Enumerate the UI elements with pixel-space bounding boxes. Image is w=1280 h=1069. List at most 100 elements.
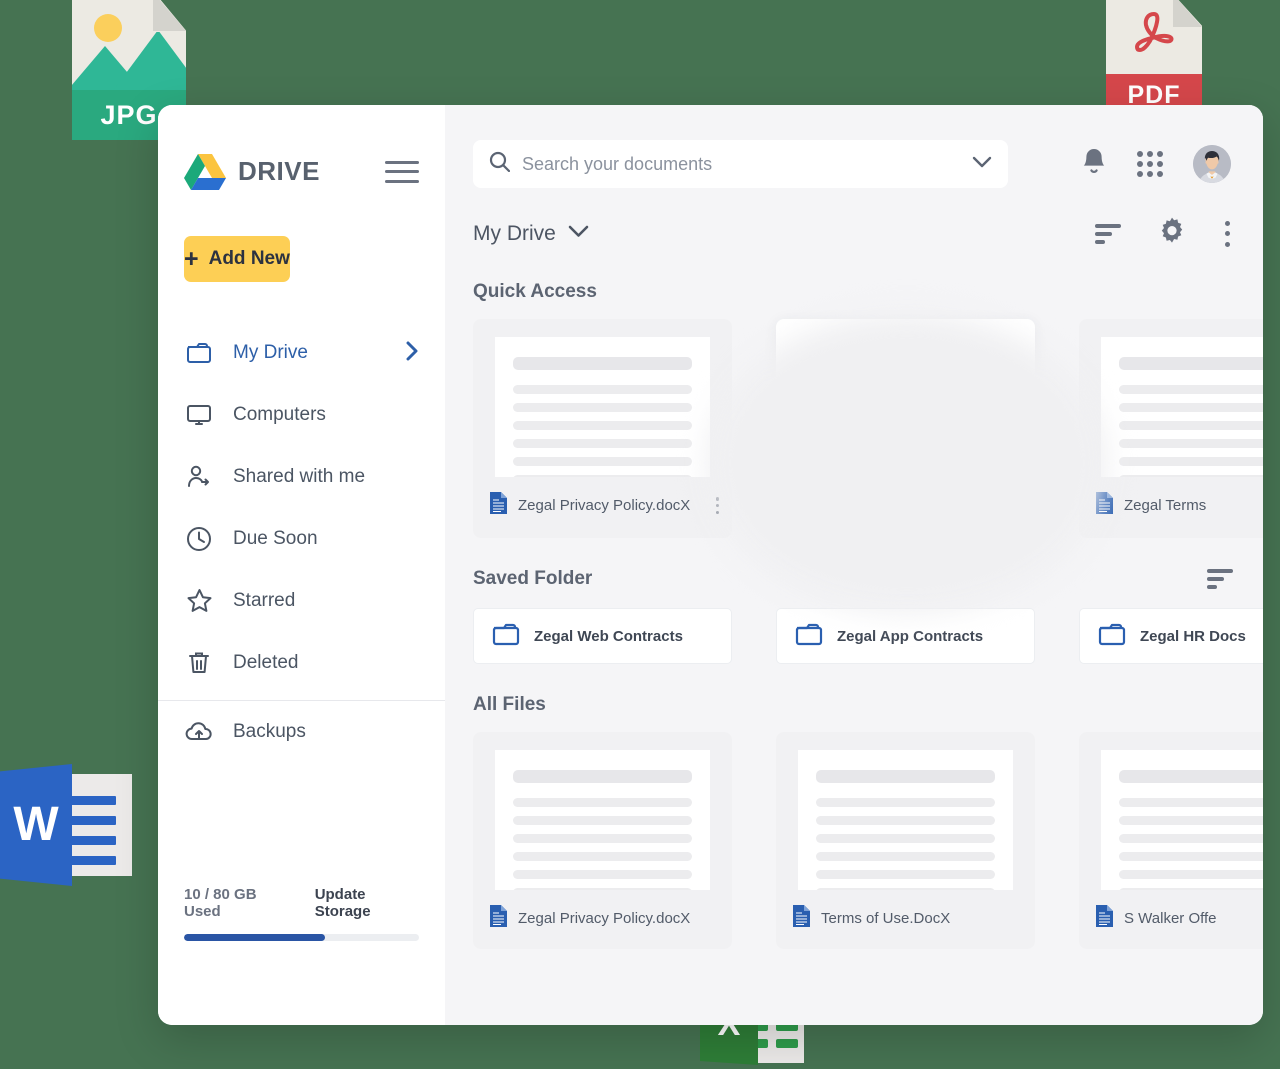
drive-header: My Drive bbox=[445, 188, 1263, 251]
doc-file-icon bbox=[792, 493, 811, 522]
file-name: Terms of Use.DocX bbox=[821, 910, 951, 927]
more-vertical-icon[interactable] bbox=[1018, 499, 1023, 516]
folder-card[interactable]: Zegal Web Contracts bbox=[473, 608, 732, 664]
folder-name: Zegal App Contracts bbox=[837, 627, 984, 645]
pdf-file-icon: PDF bbox=[1106, 0, 1202, 116]
file-name: Zegal Privacy Policy.docX bbox=[518, 910, 691, 927]
add-new-button[interactable]: + Add New bbox=[184, 236, 290, 282]
sidebar-item-starred[interactable]: Starred bbox=[158, 570, 445, 632]
file-name: S Walker Offe bbox=[1124, 910, 1217, 927]
doc-file-icon bbox=[489, 491, 508, 520]
apps-grid-icon[interactable] bbox=[1137, 151, 1163, 177]
drive-app-window: DRIVE + Add New My Drive Computers Share… bbox=[158, 105, 1263, 1025]
file-thumbnail bbox=[1101, 750, 1263, 890]
folder-icon bbox=[795, 621, 823, 652]
file-name: Sales Contract (Version1) bbox=[821, 499, 992, 516]
screenshot-canvas: JPG PDF W X bbox=[0, 0, 1280, 1069]
file-card[interactable]: Zegal Terms bbox=[1079, 319, 1263, 538]
file-thumbnail bbox=[798, 339, 1013, 479]
page-title: My Drive bbox=[473, 221, 556, 245]
gear-icon[interactable] bbox=[1157, 216, 1187, 251]
sidebar-item-deleted[interactable]: Deleted bbox=[158, 632, 445, 694]
update-storage-link[interactable]: Update Storage bbox=[315, 886, 419, 920]
all-files-header: All Files bbox=[445, 664, 1263, 716]
folder-icon bbox=[184, 338, 214, 368]
file-thumbnail bbox=[1101, 337, 1263, 477]
file-name: Zegal Privacy Policy.docX bbox=[518, 497, 691, 514]
search-bar[interactable] bbox=[473, 140, 1008, 188]
mountain-shape-icon bbox=[72, 32, 186, 92]
file-card[interactable]: Zegal Privacy Policy.docX bbox=[473, 732, 732, 949]
clock-icon bbox=[184, 524, 214, 554]
user-avatar[interactable] bbox=[1193, 145, 1231, 183]
section-title: Saved Folder bbox=[473, 568, 593, 589]
search-input[interactable] bbox=[522, 153, 960, 175]
file-card[interactable]: S Walker Offe bbox=[1079, 732, 1263, 949]
word-file-icon: W bbox=[0, 764, 132, 886]
file-thumbnail bbox=[798, 750, 1013, 890]
folder-card[interactable]: Zegal App Contracts bbox=[776, 608, 1035, 664]
sidebar-item-label: My Drive bbox=[233, 342, 308, 363]
hamburger-icon[interactable] bbox=[385, 160, 419, 183]
storage-progress-bar bbox=[184, 934, 419, 941]
search-icon bbox=[489, 151, 511, 177]
drive-toolbar bbox=[1095, 216, 1233, 251]
doc-file-icon bbox=[489, 904, 508, 933]
storage-progress-fill bbox=[184, 934, 325, 941]
sidebar-item-computers[interactable]: Computers bbox=[158, 384, 445, 446]
section-title: All Files bbox=[473, 694, 546, 715]
brand-header: DRIVE bbox=[158, 105, 445, 190]
saved-folder-header: Saved Folder bbox=[445, 538, 1263, 590]
more-vertical-icon[interactable] bbox=[715, 497, 720, 514]
sidebar-item-label: Due Soon bbox=[233, 528, 318, 549]
sidebar-item-label: Backups bbox=[233, 721, 306, 742]
trash-icon bbox=[184, 648, 214, 678]
more-vertical-icon[interactable] bbox=[1223, 220, 1231, 247]
sidebar-item-due-soon[interactable]: Due Soon bbox=[158, 508, 445, 570]
quick-access-list: Zegal Privacy Policy.docX Sales Contract… bbox=[445, 303, 1263, 538]
file-thumbnail bbox=[495, 750, 710, 890]
quick-access-header: Quick Access bbox=[445, 251, 1263, 303]
sort-icon[interactable] bbox=[1095, 223, 1121, 244]
chevron-right-icon bbox=[406, 341, 419, 366]
file-card[interactable]: Sales Contract (Version1) bbox=[776, 319, 1035, 538]
all-files-list: Zegal Privacy Policy.docX Terms of Use.D… bbox=[445, 716, 1263, 949]
top-bar bbox=[445, 105, 1263, 188]
plus-icon: + bbox=[184, 244, 199, 273]
sidebar: DRIVE + Add New My Drive Computers Share… bbox=[158, 105, 445, 1025]
storage-used-label: 10 / 80 GB Used bbox=[184, 886, 257, 920]
bell-icon[interactable] bbox=[1081, 147, 1107, 181]
star-icon bbox=[184, 586, 214, 616]
word-letter: W bbox=[13, 797, 59, 851]
storage-widget: 10 / 80 GB Used Update Storage bbox=[184, 886, 419, 941]
chevron-down-icon[interactable] bbox=[972, 155, 992, 173]
folder-icon bbox=[492, 621, 520, 652]
sidebar-item-shared-with-me[interactable]: Shared with me bbox=[158, 446, 445, 508]
acrobat-glyph-icon bbox=[1135, 12, 1174, 52]
doc-file-icon bbox=[1095, 904, 1114, 933]
sidebar-item-backups[interactable]: Backups bbox=[158, 701, 445, 763]
person-share-icon bbox=[184, 462, 214, 492]
sidebar-item-my-drive[interactable]: My Drive bbox=[158, 322, 445, 384]
doc-file-icon bbox=[792, 904, 811, 933]
brand-title: DRIVE bbox=[238, 156, 320, 186]
cloud-upload-icon bbox=[184, 717, 214, 747]
file-card[interactable]: Terms of Use.DocX bbox=[776, 732, 1035, 949]
folder-name: Zegal HR Docs bbox=[1140, 627, 1246, 645]
file-name: Zegal Terms bbox=[1124, 497, 1207, 514]
sort-icon[interactable] bbox=[1207, 569, 1233, 589]
chevron-down-icon[interactable] bbox=[568, 225, 589, 243]
folder-name: Zegal Web Contracts bbox=[534, 627, 683, 645]
sidebar-item-label: Deleted bbox=[233, 652, 299, 673]
folder-card[interactable]: Zegal HR Docs bbox=[1079, 608, 1263, 664]
sidebar-item-label: Computers bbox=[233, 404, 326, 425]
file-card[interactable]: Zegal Privacy Policy.docX bbox=[473, 319, 732, 538]
section-title: Quick Access bbox=[473, 281, 597, 302]
sidebar-item-label: Shared with me bbox=[233, 466, 366, 487]
monitor-icon bbox=[184, 400, 214, 430]
sidebar-nav: My Drive Computers Shared with me Due So… bbox=[158, 322, 445, 763]
file-thumbnail bbox=[495, 337, 710, 477]
google-drive-logo-icon bbox=[184, 153, 226, 190]
main-content: My Drive Quick Access bbox=[445, 105, 1263, 1025]
doc-file-icon bbox=[1095, 491, 1114, 520]
